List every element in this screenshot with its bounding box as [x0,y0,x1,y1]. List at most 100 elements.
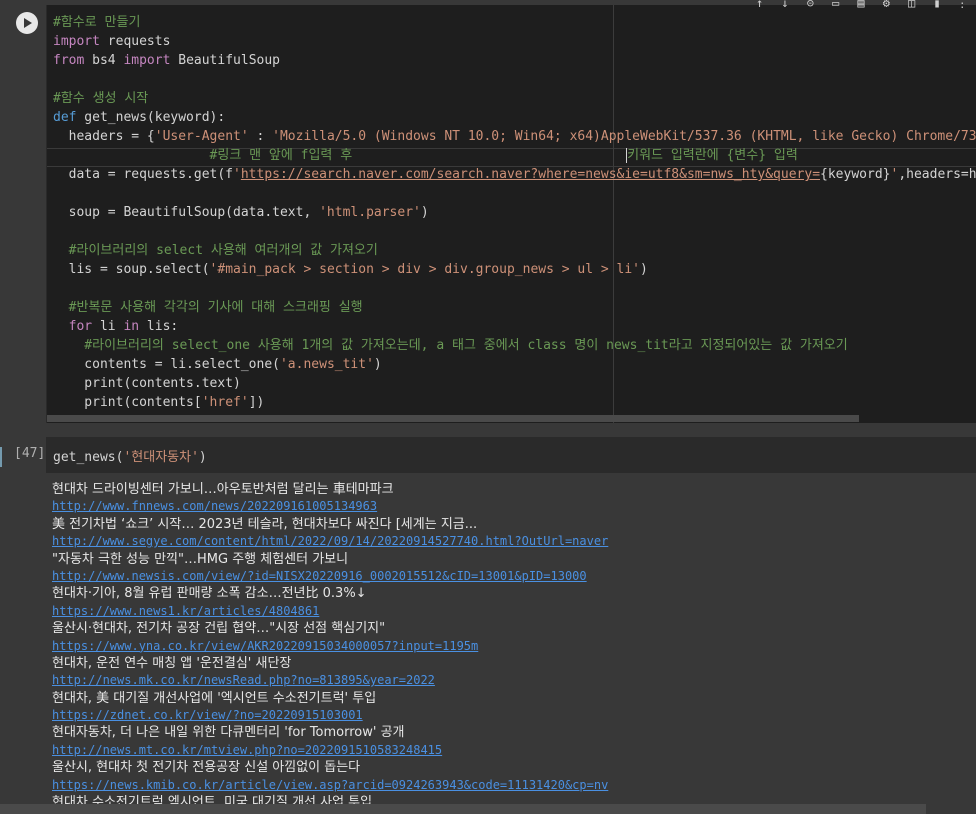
gear-icon[interactable]: ⚙ [881,0,892,9]
code-line[interactable] [53,279,976,298]
code-token: li [92,319,124,334]
code-content[interactable]: get_news('현대자동차') [53,446,207,465]
code-line[interactable] [53,184,976,203]
code-line[interactable]: #라이브러리의 select 사용해 여러개의 값 가져오기 [53,241,976,260]
code-token: from [53,53,85,68]
cell-toolbar: ↑ ↓ ⊝ ▭ ▤ ⚙ ◫ ▮ ⋮ [746,0,968,9]
code-editor[interactable]: #함수로 만들기 import requests from bs4 import B… [47,5,976,423]
news-link[interactable]: http://news.mt.co.kr/mtview.php?no=20220… [52,743,442,757]
code-cell-1[interactable]: #함수로 만들기 import requests from bs4 import B… [7,5,976,423]
code-line[interactable]: #링크 맨 앞에 f입력 후 키워드 입력란에 {변수} 입력 [53,146,976,165]
code-line[interactable]: print(contents.text) [53,374,976,393]
code-line[interactable]: import requests [53,32,976,51]
edit-icon[interactable]: ▤ [855,0,866,9]
code-token: ) [420,205,429,220]
news-link-row: https://zdnet.co.kr/view/?no=20220915103… [52,707,976,724]
cell-focus-marker [0,447,2,467]
code-token: 'User-Agent' [154,129,249,144]
cell-output: 현대차 드라이빙센터 가보니…아우토반처럼 달리는 車테마파크 http://ww… [52,481,976,811]
code-token: ) [640,262,648,277]
code-token: contents = li.select_one( [53,357,280,372]
code-line[interactable]: headers = {'User-Agent' : 'Mozilla/5.0 (… [53,127,976,146]
news-title: 울산시, 현대차 첫 전기차 전용공장 신설 아낌없이 돕는다 [52,760,361,776]
code-token: #라이브러리의 select 사용해 여러개의 값 가져오기 [53,243,378,258]
horizontal-scrollbar[interactable] [0,804,926,814]
code-token: #라이브러리의 select_one 사용해 1개의 값 가져오는데, a 태그… [53,338,848,353]
code-line[interactable] [53,70,976,89]
news-link-row: https://news.kmib.co.kr/article/view.asp… [52,777,976,794]
code-token: #링크 맨 앞에 f입력 후 [53,148,627,163]
code-line[interactable]: data = requests.get(f'https://search.nav… [53,165,976,184]
code-cell-2[interactable]: [47] get_news('현대자동차') [7,437,976,473]
arrow-down-icon[interactable]: ↓ [779,0,790,9]
code-line[interactable]: contents = li.select_one('a.news_tit') [53,355,976,374]
code-line[interactable]: soup = BeautifulSoup(data.text, 'html.pa… [53,203,976,222]
news-link[interactable]: http://www.newsis.com/view/?id=NISX20220… [52,569,587,583]
code-line[interactable]: #라이브러리의 select_one 사용해 1개의 값 가져오는데, a 태그… [53,336,976,355]
code-token: ' [233,167,241,182]
news-link[interactable]: https://zdnet.co.kr/view/?no=20220915103… [52,708,363,722]
news-link-row: http://news.mt.co.kr/mtview.php?no=20220… [52,742,976,759]
arrow-up-icon[interactable]: ↑ [754,0,765,9]
code-token: {keyword} [820,167,891,182]
news-link[interactable]: https://www.news1.kr/articles/4804861 [52,604,319,618]
code-text: get_news( [53,450,124,465]
code-line[interactable]: #함수로 만들기 [53,13,976,32]
code-line[interactable]: #함수 생성 시작 [53,89,976,108]
code-token: import [53,34,100,49]
news-link-row: http://www.fnnews.com/news/2022091610051… [52,498,976,515]
news-title: 현대차, 美 대기질 개선사업에 '엑시언트 수소전기트럭' 투입 [52,690,377,706]
more-icon[interactable]: ⋮ [957,0,968,9]
play-icon [24,18,32,28]
code-token: print(contents[ [53,395,202,410]
run-cell-button[interactable] [16,12,38,34]
horizontal-scrollbar[interactable] [47,415,859,422]
news-link[interactable]: http://www.segye.com/content/html/2022/0… [52,534,608,548]
code-token: 'a.news_tit' [279,357,374,372]
code-token: headers = { [53,129,155,144]
code-token: soup = BeautifulSoup(data.text, [53,205,320,220]
code-token: def [53,110,77,125]
news-title: 울산시·현대차, 전기차 공장 건립 협약…"시장 선점 핵심기지" [52,621,386,637]
news-title: "자동차 극한 성능 만끽"…HMG 주행 체험센터 가보니 [52,551,349,567]
code-token: #반복문 사용해 각각의 기사에 대해 스크래핑 실행 [53,300,363,315]
news-link[interactable]: https://www.yna.co.kr/view/AKR2022091503… [52,639,478,653]
code-token: '#main_pack > section > div > div.group_… [209,262,641,277]
code-line[interactable] [53,222,976,241]
code-token: 'Mozilla/5.0 (Windows NT 10.0; Win64; x6… [272,129,976,144]
comment-icon[interactable]: ▭ [830,0,841,9]
news-link-row: http://www.newsis.com/view/?id=NISX20220… [52,568,976,585]
code-token: ) [373,357,382,372]
news-link[interactable]: https://news.kmib.co.kr/article/view.asp… [52,778,608,792]
news-link[interactable]: http://news.mk.co.kr/newsRead.php?no=813… [52,673,435,687]
code-token: #함수로 만들기 [53,15,141,30]
code-token: ,headers=headers) [898,167,976,182]
code-token: bs4 [84,53,124,68]
code-token: #함수 생성 시작 [53,91,149,106]
code-token: https://search.naver.com/search.naver?wh… [240,167,821,182]
code-token: 'html.parser' [319,205,421,220]
news-link-row: https://www.news1.kr/articles/4804861 [52,603,976,620]
link-icon[interactable]: ⊝ [805,0,816,9]
code-line[interactable]: #반복문 사용해 각각의 기사에 대해 스크래핑 실행 [53,298,976,317]
news-title: 현대차, 운전 연수 매칭 앱 '운전결심' 새단장 [52,655,292,671]
news-link[interactable]: http://www.fnnews.com/news/2022091610051… [52,499,377,513]
code-string: '현대자동차' [123,450,199,465]
code-token: in [123,319,140,334]
code-content[interactable]: #함수로 만들기 import requests from bs4 import B… [53,13,976,412]
code-line[interactable]: from bs4 import BeautifulSoup [53,51,976,70]
code-token: data = requests.get(f [53,167,234,182]
news-title: 현대차·기아, 8월 유럽 판매량 소폭 감소…전년比 0.3%↓ [52,586,367,602]
mirror-icon[interactable]: ◫ [906,0,917,9]
code-token: lis: [139,319,179,334]
code-token: 'href' [201,395,249,410]
code-line[interactable]: def get_news(keyword): [53,108,976,127]
code-line[interactable]: print(contents['href']) [53,393,976,412]
news-link-row: http://news.mk.co.kr/newsRead.php?no=813… [52,672,976,689]
news-title: 현대차 드라이빙센터 가보니…아우토반처럼 달리는 車테마파크 [52,482,394,497]
code-token: ]) [248,395,265,410]
code-token: get_news(keyword): [76,110,226,125]
code-line[interactable]: for li in lis: [53,317,976,336]
delete-icon[interactable]: ▮ [931,0,942,9]
code-line[interactable]: lis = soup.select('#main_pack > section … [53,260,976,279]
